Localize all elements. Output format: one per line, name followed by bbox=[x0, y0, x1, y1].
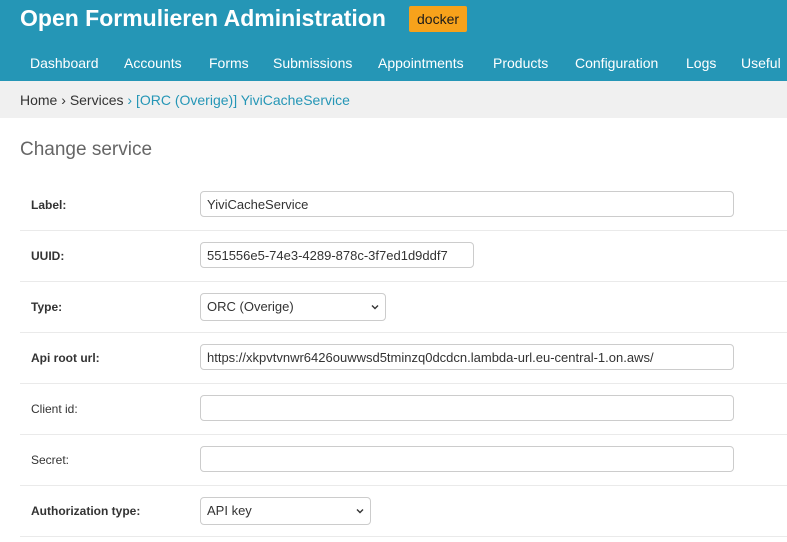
auth-type-select[interactable]: API key bbox=[200, 497, 371, 525]
site-title[interactable]: Open Formulieren Administration bbox=[20, 5, 386, 32]
environment-badge: docker bbox=[409, 6, 468, 32]
nav-item-products[interactable]: Products bbox=[493, 40, 548, 81]
form-row-type: Type: ORC (Overige) bbox=[20, 282, 787, 333]
form-row-client-id: Client id: bbox=[20, 384, 787, 435]
nav-item-submissions[interactable]: Submissions bbox=[273, 40, 352, 81]
form-row-label: Label: bbox=[20, 180, 787, 231]
breadcrumb: Home › Services › [ORC (Overige)] YiviCa… bbox=[0, 81, 787, 118]
breadcrumb-separator: › bbox=[61, 92, 66, 108]
breadcrumb-current: [ORC (Overige)] YiviCacheService bbox=[135, 92, 350, 108]
form-row-uuid: UUID: bbox=[20, 231, 787, 282]
label-field-label: Label: bbox=[31, 198, 67, 212]
label-field[interactable] bbox=[200, 191, 734, 217]
nav-item-useful[interactable]: Useful bbox=[741, 40, 781, 81]
client-id-field[interactable] bbox=[200, 395, 734, 421]
auth-type-field-label: Authorization type: bbox=[31, 504, 141, 518]
api-root-field[interactable] bbox=[200, 344, 734, 370]
client-id-field-label: Client id: bbox=[31, 402, 78, 416]
form-row-auth-type: Authorization type: API key bbox=[20, 486, 787, 537]
nav-item-accounts[interactable]: Accounts bbox=[124, 40, 182, 81]
secret-field[interactable] bbox=[200, 446, 734, 472]
type-select[interactable]: ORC (Overige) bbox=[200, 293, 386, 321]
secret-field-label: Secret: bbox=[31, 453, 70, 467]
api-root-field-label: Api root url: bbox=[31, 351, 100, 365]
form-row-secret: Secret: bbox=[20, 435, 787, 486]
type-select-value: ORC (Overige) bbox=[207, 299, 294, 314]
nav-item-appointments[interactable]: Appointments bbox=[378, 40, 464, 81]
nav-item-configuration[interactable]: Configuration bbox=[575, 40, 658, 81]
page-title: Change service bbox=[20, 139, 153, 160]
uuid-field-label: UUID: bbox=[31, 249, 65, 263]
main-nav: Dashboard Accounts Forms Submissions App… bbox=[0, 40, 787, 81]
nav-item-dashboard[interactable]: Dashboard bbox=[30, 40, 99, 81]
nav-item-logs[interactable]: Logs bbox=[686, 40, 716, 81]
form-row-api-root: Api root url: bbox=[20, 333, 787, 384]
admin-header: Open Formulieren Administration docker bbox=[0, 0, 787, 40]
breadcrumb-services[interactable]: Services bbox=[70, 92, 124, 108]
breadcrumb-separator: › bbox=[127, 92, 133, 108]
chevron-down-icon bbox=[356, 509, 364, 514]
breadcrumb-home[interactable]: Home bbox=[20, 92, 57, 108]
nav-item-forms[interactable]: Forms bbox=[209, 40, 249, 81]
chevron-down-icon bbox=[371, 305, 379, 310]
auth-type-select-value: API key bbox=[207, 503, 252, 518]
uuid-field[interactable] bbox=[200, 242, 474, 268]
type-field-label: Type: bbox=[31, 300, 63, 314]
